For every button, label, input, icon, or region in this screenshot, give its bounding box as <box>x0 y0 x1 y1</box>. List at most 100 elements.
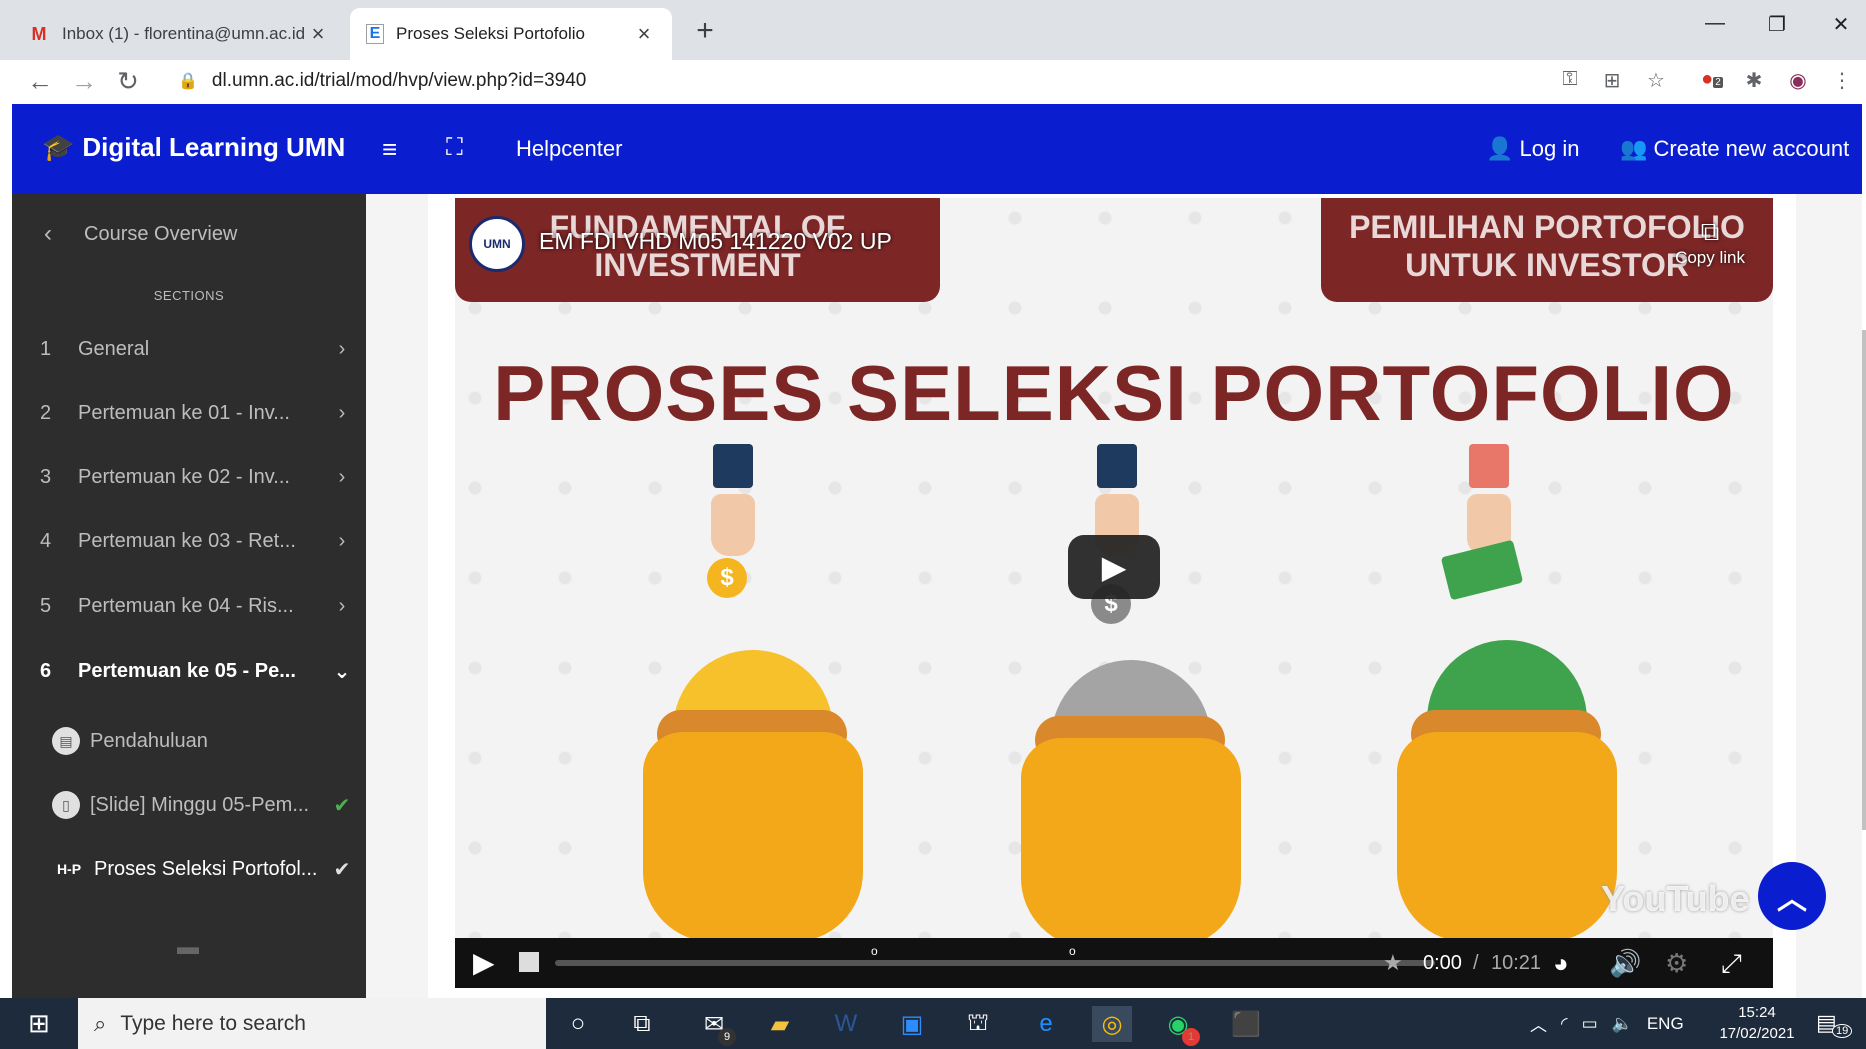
zoom-icon[interactable]: ▣ <box>892 1006 932 1042</box>
url-text: dl.umn.ac.id/trial/mod/hvp/view.php?id=3… <box>211 70 587 91</box>
section-label: Pertemuan ke 02 - Inv... <box>78 465 290 488</box>
sidebar-section-1[interactable]: 1 General › <box>12 324 366 374</box>
activity-label: Pendahuluan <box>90 729 208 752</box>
taskbar-search-box[interactable]: ⌕ Type here to search <box>78 998 546 1049</box>
new-tab-button[interactable]: + <box>690 14 720 48</box>
back-to-top-button[interactable]: ︿ <box>1758 862 1826 930</box>
edge-icon[interactable]: e <box>1026 1006 1066 1042</box>
file-explorer-icon[interactable]: ▰ <box>760 1006 800 1042</box>
extension-badge-icon[interactable]: ● 2 <box>1698 68 1726 91</box>
reload-icon[interactable]: ↻ <box>112 66 144 97</box>
stop-icon[interactable] <box>519 952 539 972</box>
section-number: 6 <box>40 659 52 682</box>
fullscreen-expand-icon[interactable]: ⛶ <box>446 134 463 162</box>
language-indicator[interactable]: ENG <box>1647 1014 1684 1034</box>
chrome-icon[interactable]: ◎ <box>1092 1006 1132 1042</box>
helpcenter-link[interactable]: Helpcenter <box>516 136 622 162</box>
playback-speed-icon[interactable]: ◕ <box>1553 948 1569 979</box>
video-player[interactable]: FUNDAMENTAL OF INVESTMENT PEMILIHAN PORT… <box>455 198 1773 988</box>
search-icon: ⌕ <box>94 1010 107 1036</box>
graduation-cap-icon: 🎓 <box>42 132 75 162</box>
address-bar[interactable]: 🔒 dl.umn.ac.id/trial/mod/hvp/view.php?id… <box>166 62 1686 100</box>
video-headline: PROSES SELEKSI PORTOFOLIO <box>493 349 1735 437</box>
play-icon: ▶ <box>1101 549 1127 585</box>
activity-proses-seleksi[interactable]: H-P Proses Seleksi Portofol... ✔ <box>12 844 366 894</box>
course-overview-link[interactable]: ‹ Course Overview <box>12 214 366 254</box>
section-label: Pertemuan ke 05 - Pe... <box>78 659 296 682</box>
play-icon[interactable]: ▶ <box>473 946 495 979</box>
star-icon[interactable]: ☆ <box>1642 68 1670 93</box>
store-icon[interactable]: ⛫ <box>958 1006 998 1042</box>
whatsapp-icon[interactable]: ◉ 1 <box>1158 1006 1200 1046</box>
cortana-icon[interactable]: ○ <box>558 1006 598 1042</box>
page-scrollbar[interactable] <box>1862 330 1866 830</box>
sidebar-section-6[interactable]: 6 Pertemuan ke 05 - Pe... ⌄ <box>12 646 366 696</box>
translate-icon[interactable]: ⊞ <box>1598 68 1626 93</box>
mail-icon[interactable]: ✉ 9 <box>694 1006 736 1046</box>
tab-inbox[interactable]: M Inbox (1) - florentina@umn.ac.id × <box>12 8 346 60</box>
money-bag-icon <box>1021 738 1241 948</box>
notification-count: 19 <box>1832 1024 1853 1038</box>
key-icon[interactable]: ⚿ <box>1556 68 1584 91</box>
forward-icon[interactable]: → <box>68 66 100 97</box>
tab-proses-seleksi[interactable]: E Proses Seleksi Portofolio × <box>350 8 672 60</box>
course-overview-label: Course Overview <box>84 222 238 245</box>
chevron-up-icon: ︿ <box>1777 883 1807 916</box>
progress-marker[interactable]: o <box>1069 944 1076 958</box>
task-view-icon[interactable]: ⧉ <box>622 1006 662 1042</box>
close-tab-icon[interactable]: × <box>632 21 656 47</box>
sidebar-section-3[interactable]: 3 Pertemuan ke 02 - Inv... › <box>12 452 366 502</box>
bookmark-star-icon[interactable]: ★ <box>1383 950 1403 976</box>
battery-icon[interactable]: ▭ <box>1582 1014 1598 1034</box>
site-navbar: 🎓 Digital Learning UMN ≡ ⛶ Helpcenter 👤 … <box>12 104 1862 194</box>
sidebar-section-2[interactable]: 2 Pertemuan ke 01 - Inv... › <box>12 388 366 438</box>
coin-icon: $ <box>707 558 747 598</box>
word-icon[interactable]: W <box>826 1006 866 1042</box>
youtube-watermark[interactable]: YouTube <box>1601 878 1750 920</box>
close-tab-icon[interactable]: × <box>306 21 330 47</box>
section-number: 5 <box>40 594 52 617</box>
puzzle-icon[interactable]: ✱ <box>1740 68 1768 93</box>
back-icon[interactable]: ← <box>24 66 56 97</box>
close-window-icon[interactable]: ✕ <box>1826 12 1856 37</box>
volume-icon[interactable]: 🔊 <box>1609 948 1641 979</box>
sidebar-section-4[interactable]: 4 Pertemuan ke 03 - Ret... › <box>12 516 366 566</box>
restore-icon[interactable]: ❐ <box>1762 12 1792 37</box>
notification-center-icon[interactable]: ▤ 19 <box>1816 1010 1853 1038</box>
copy-link-button[interactable]: ⧉ Copy link <box>1675 216 1745 268</box>
progress-marker[interactable]: o <box>871 944 878 958</box>
user-plus-icon: 👥 <box>1620 136 1648 161</box>
fullscreen-icon[interactable]: ⤢ <box>1721 948 1742 980</box>
channel-logo[interactable]: UMN <box>469 216 525 272</box>
activity-slide-minggu-05[interactable]: ▯ [Slide] Minggu 05-Pem... ✔ <box>12 780 366 830</box>
wifi-icon[interactable]: ◜ <box>1561 1014 1568 1034</box>
site-brand[interactable]: 🎓 Digital Learning UMN <box>42 132 345 163</box>
activity-label: Proses Seleksi Portofol... <box>94 857 318 880</box>
section-label: Pertemuan ke 04 - Ris... <box>78 594 294 617</box>
speaker-icon[interactable]: 🔈 <box>1612 1014 1633 1034</box>
taskbar-clock[interactable]: 15:24 17/02/2021 <box>1712 1002 1802 1044</box>
gmail-icon: M <box>31 23 47 44</box>
menu-dots-icon[interactable]: ⋮ <box>1828 68 1856 93</box>
login-label: Log in <box>1519 136 1580 161</box>
pdf-reader-icon[interactable]: ⬛ <box>1226 1006 1266 1042</box>
browser-tab-bar: M Inbox (1) - florentina@umn.ac.id × E P… <box>0 0 1866 60</box>
minimize-icon[interactable]: — <box>1700 12 1730 35</box>
chevron-right-icon: › <box>338 594 346 617</box>
chevron-up-icon[interactable]: ︿ <box>1530 1011 1547 1036</box>
hamburger-menu-icon[interactable]: ≡ <box>382 134 397 165</box>
section-number: 2 <box>40 401 52 424</box>
activity-pendahuluan[interactable]: ▤ Pendahuluan <box>12 716 366 766</box>
sidebar-section-5[interactable]: 5 Pertemuan ke 04 - Ris... › <box>12 581 366 631</box>
hand-illustration-right <box>1467 444 1511 556</box>
login-link[interactable]: 👤 Log in <box>1486 136 1579 162</box>
gear-icon[interactable]: ⚙ <box>1665 948 1688 979</box>
video-progress-bar[interactable]: o o <box>555 944 1435 966</box>
create-account-link[interactable]: 👥 Create new account <box>1620 136 1849 162</box>
archive-icon[interactable]: ▬ <box>177 934 199 960</box>
big-play-button[interactable]: ▶ <box>1068 535 1160 599</box>
copy-icon: ⧉ <box>1700 216 1720 246</box>
windows-start-icon[interactable]: ⊞ <box>28 1008 50 1039</box>
video-overlay-title[interactable]: EM FDI VHD M05 141220 V02 UP <box>539 228 892 255</box>
profile-avatar[interactable]: ◉ <box>1784 68 1812 93</box>
